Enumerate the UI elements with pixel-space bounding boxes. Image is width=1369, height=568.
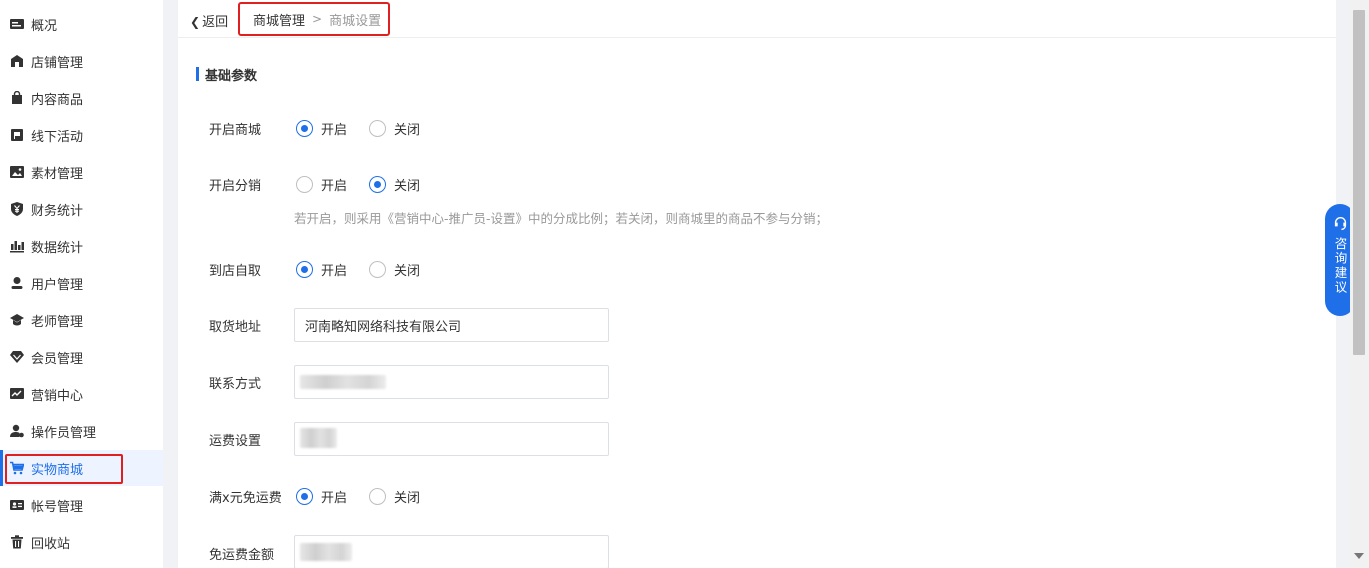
sidebar-item-recycle[interactable]: 回收站: [0, 524, 163, 560]
sidebar-item-teachers[interactable]: 老师管理: [0, 302, 163, 338]
overview-icon: [10, 17, 24, 31]
radio-label: 关闭: [394, 179, 421, 194]
sidebar-item-label: 会员管理: [31, 351, 84, 367]
sidebar-item-account[interactable]: 帐号管理: [0, 487, 163, 523]
cart-icon: [10, 461, 24, 475]
radio-label: 关闭: [394, 264, 421, 279]
scroll-down-arrow-icon[interactable]: [1354, 553, 1364, 559]
radio-circle: [296, 261, 313, 278]
sidebar-item-data[interactable]: 数据统计: [0, 228, 163, 264]
breadcrumb-separator: >: [312, 12, 323, 26]
sidebar-item-label: 老师管理: [31, 314, 84, 330]
radio-label: 开启: [321, 179, 348, 194]
diamond-icon: [10, 350, 24, 364]
sidebar-item-label: 内容商品: [31, 92, 84, 108]
self-pickup-on-radio[interactable]: 开启: [296, 260, 347, 279]
flag-icon: [10, 128, 24, 142]
chevron-left-icon: ❮: [190, 15, 201, 29]
sidebar-item-label: 线下活动: [31, 129, 84, 145]
sidebar-item-store[interactable]: 店铺管理: [0, 43, 163, 79]
sidebar-item-mall[interactable]: 实物商城: [0, 450, 163, 486]
radio-label: 开启: [321, 123, 348, 138]
sidebar-item-label: 操作员管理: [31, 425, 97, 441]
graduation-cap-icon: [10, 313, 24, 327]
yuan-shield-icon: [10, 202, 24, 216]
shipping-fee-input[interactable]: [294, 422, 609, 456]
open-mall-off-radio[interactable]: 关闭: [369, 119, 420, 138]
radio-circle: [296, 488, 313, 505]
free-amount-label: 免运费金额: [209, 548, 275, 563]
topbar: ❮ 返回 商城管理 > 商城设置: [178, 0, 1336, 38]
sidebar: 概况 店铺管理 内容商品 线下活动 素材管理 财务统计 数据统计 用户管理 老师…: [0, 0, 163, 568]
redacted-value: [300, 543, 352, 561]
sidebar-item-label: 财务统计: [31, 203, 84, 219]
section-title: 基础参数: [196, 66, 257, 84]
breadcrumb: 商城管理 > 商城设置: [238, 2, 390, 36]
open-mall-on-radio[interactable]: 开启: [296, 119, 347, 138]
shipping-fee-label: 运费设置: [209, 434, 262, 449]
sidebar-item-overview[interactable]: 概况: [0, 6, 163, 42]
breadcrumb-mall-management[interactable]: 商城管理: [253, 10, 305, 29]
trash-icon: [10, 535, 24, 549]
free-shipping-label: 满x元免运费: [209, 491, 282, 506]
sidebar-item-label: 店铺管理: [31, 55, 84, 71]
radio-circle: [369, 120, 386, 137]
sidebar-item-label: 实物商城: [31, 462, 84, 478]
sidebar-item-finance[interactable]: 财务统计: [0, 191, 163, 227]
sidebar-item-label: 概况: [31, 18, 58, 34]
store-icon: [10, 54, 24, 68]
trend-chart-icon: [10, 387, 24, 401]
sidebar-item-label: 素材管理: [31, 166, 84, 182]
breadcrumb-mall-settings: 商城设置: [329, 13, 382, 29]
open-distribution-on-radio[interactable]: 开启: [296, 175, 347, 194]
main-panel: ❮ 返回 商城管理 > 商城设置 基础参数 开启商城 开启 关闭 开启分销 开启 …: [178, 0, 1336, 568]
radio-label: 开启: [321, 264, 348, 279]
back-label: 返回: [202, 15, 229, 30]
sidebar-item-operators[interactable]: 操作员管理: [0, 413, 163, 449]
open-mall-label: 开启商城: [209, 123, 262, 138]
image-icon: [10, 165, 24, 179]
sidebar-item-users[interactable]: 用户管理: [0, 265, 163, 301]
scrollbar[interactable]: [1350, 0, 1369, 568]
sidebar-item-material[interactable]: 素材管理: [0, 154, 163, 190]
distribution-hint: 若开启，则采用《营销中心-推广员-设置》中的分成比例；若关闭，则商城里的商品不参…: [294, 211, 829, 226]
radio-label: 关闭: [394, 123, 421, 138]
contact-label: 联系方式: [209, 377, 262, 392]
radio-circle: [369, 176, 386, 193]
sidebar-item-marketing[interactable]: 营销中心: [0, 376, 163, 412]
sidebar-item-label: 回收站: [31, 536, 71, 552]
sidebar-item-label: 数据统计: [31, 240, 84, 256]
sidebar-item-content[interactable]: 内容商品: [0, 80, 163, 116]
sidebar-item-label: 用户管理: [31, 277, 84, 293]
consult-label: 咨询建议: [1332, 237, 1348, 295]
id-card-icon: [10, 498, 24, 512]
radio-circle: [296, 120, 313, 137]
sidebar-item-label: 营销中心: [31, 388, 84, 404]
sidebar-item-offline[interactable]: 线下活动: [0, 117, 163, 153]
radio-circle: [369, 261, 386, 278]
radio-circle: [296, 176, 313, 193]
free-shipping-off-radio[interactable]: 关闭: [369, 487, 420, 506]
redacted-value: [300, 428, 337, 448]
open-distribution-off-radio[interactable]: 关闭: [369, 175, 420, 194]
self-pickup-off-radio[interactable]: 关闭: [369, 260, 420, 279]
sidebar-item-members[interactable]: 会员管理: [0, 339, 163, 375]
open-distribution-label: 开启分销: [209, 179, 262, 194]
pickup-address-input[interactable]: [294, 308, 609, 342]
free-shipping-on-radio[interactable]: 开启: [296, 487, 347, 506]
radio-circle: [369, 488, 386, 505]
scrollbar-thumb[interactable]: [1353, 10, 1365, 355]
headset-icon: [1334, 216, 1346, 231]
redacted-value: [300, 375, 386, 389]
user-icon: [10, 276, 24, 290]
bag-icon: [10, 91, 24, 105]
radio-label: 关闭: [394, 491, 421, 506]
back-button[interactable]: ❮ 返回: [190, 11, 228, 30]
bar-chart-icon: [10, 239, 24, 253]
radio-label: 开启: [321, 491, 348, 506]
sidebar-item-label: 帐号管理: [31, 499, 84, 515]
operator-icon: [10, 424, 24, 438]
pickup-address-label: 取货地址: [209, 320, 262, 335]
self-pickup-label: 到店自取: [209, 264, 262, 279]
